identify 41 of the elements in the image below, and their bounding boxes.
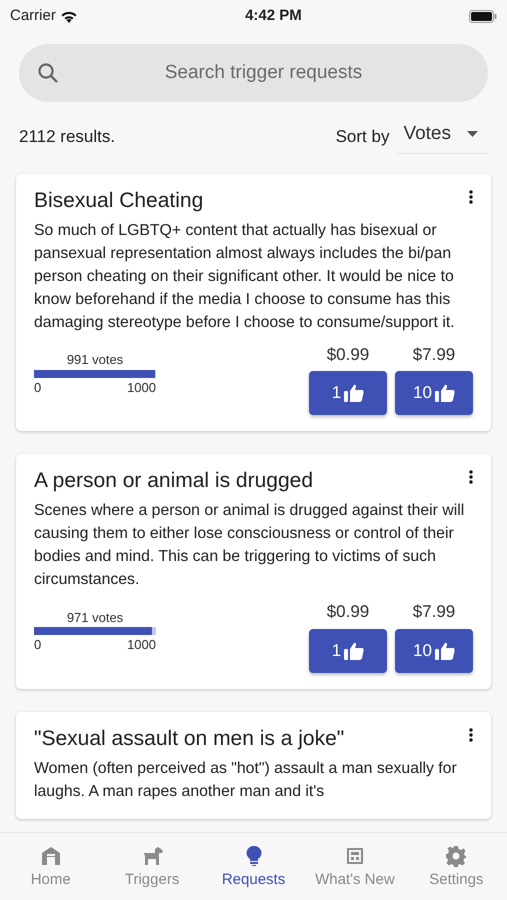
request-description: So much of LGBTQ+ content that actually has bisexual or pansexual representation almost always includes the bi/pan person cheating on their significant other. It would be nice to know beforehand if the media I choose to consume has this damaging stereotype before I choose to consume/support it. [34, 220, 456, 333]
thumbs-up-icon [344, 384, 364, 402]
search-icon [37, 62, 59, 84]
scale-min: 0 [34, 378, 42, 397]
sort-label: Sort by [336, 126, 390, 148]
price-label: $0.99 [326, 601, 370, 624]
request-title: A person or animal is drugged [34, 468, 313, 494]
scale-max: 1000 [127, 636, 156, 654]
upvote-button[interactable]: 1 [309, 371, 387, 416]
thumbs-up-icon [434, 642, 455, 660]
request-title: Bisexual Cheating [34, 188, 204, 213]
vote-count: 971 votes [66, 608, 124, 627]
vote-count: 991 votes [66, 351, 124, 370]
more-icon[interactable] [469, 190, 473, 204]
scale-min: 0 [34, 636, 42, 654]
price-label: $0.99 [326, 344, 370, 366]
results-count: 2112 results. [19, 126, 116, 148]
sort-dropdown[interactable]: Votes [397, 120, 488, 154]
dog-icon [141, 845, 164, 867]
search-field[interactable]: Search trigger requests [19, 44, 488, 102]
status-time: 4:42 PM [245, 6, 302, 26]
thumbs-up-icon [344, 642, 364, 660]
request-title: "Sexual assault on men is a joke" [34, 726, 344, 752]
more-icon[interactable] [469, 728, 473, 742]
battery-icon [469, 10, 498, 22]
price-label: $7.99 [412, 344, 456, 366]
scale-max: 1000 [127, 378, 156, 397]
upvote-button[interactable]: 10 [395, 628, 473, 673]
price-label: $7.99 [412, 601, 456, 624]
request-description: Women (often perceived as "hot") assault a man sexually for laughs. A man rapes another man and it's [34, 759, 458, 802]
upvote-button[interactable]: 1 [309, 628, 387, 673]
more-icon[interactable] [469, 470, 473, 484]
home-icon [40, 845, 62, 867]
settings-icon [445, 845, 468, 867]
caret-icon [467, 131, 478, 138]
wifi-icon [60, 10, 78, 22]
thumbs-up-icon [434, 384, 455, 402]
upvote-button[interactable]: 10 [395, 371, 473, 416]
request-description: Scenes where a person or animal is drugged against their will causing them to either lose consciousness or control of their bodies and mind. This can be triggering to victims of such circumstances. [34, 501, 466, 590]
tab-bar-item[interactable]: Requests [202, 845, 304, 900]
carrier-label: Carrier [10, 6, 56, 26]
